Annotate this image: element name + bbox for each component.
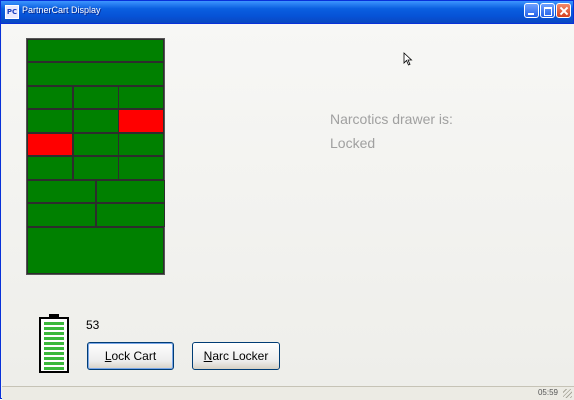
app-icon[interactable]: PC bbox=[5, 5, 19, 19]
partnercart-window: PC PartnerCart Display Narcotics drawer … bbox=[0, 0, 574, 400]
cart-diagram bbox=[26, 38, 165, 275]
cart-drawer bbox=[27, 227, 164, 274]
cart-drawer bbox=[27, 39, 164, 62]
battery-bar bbox=[44, 347, 64, 350]
cart-drawer bbox=[27, 86, 73, 109]
cart-drawer bbox=[118, 86, 164, 109]
narc-locker-button[interactable]: Narc Locker bbox=[192, 342, 280, 370]
battery-bar bbox=[44, 327, 64, 330]
battery-bar bbox=[44, 322, 64, 325]
battery-bar bbox=[44, 367, 64, 370]
battery-icon bbox=[39, 317, 69, 373]
battery-bar bbox=[44, 362, 64, 365]
status-bar: 05:59 bbox=[2, 386, 574, 400]
lock-cart-label: ock Cart bbox=[111, 349, 157, 363]
cart-drawer bbox=[27, 180, 96, 203]
battery-bar bbox=[44, 342, 64, 345]
close-button[interactable] bbox=[556, 3, 571, 18]
cart-drawer bbox=[118, 133, 164, 156]
narcotics-status-label: Narcotics drawer is: bbox=[330, 111, 453, 127]
cart-drawer bbox=[73, 133, 119, 156]
battery-bar bbox=[44, 332, 64, 335]
narc-locker-mnemonic: N bbox=[203, 349, 213, 363]
resize-grip-icon[interactable] bbox=[563, 389, 572, 398]
lock-cart-mnemonic: L bbox=[104, 349, 112, 363]
cart-drawer bbox=[118, 109, 164, 133]
cart-drawer bbox=[73, 86, 119, 109]
window-title: PartnerCart Display bbox=[22, 5, 101, 15]
mouse-pointer-icon bbox=[403, 52, 413, 66]
minimize-button[interactable] bbox=[524, 3, 539, 18]
cart-drawer bbox=[73, 156, 119, 180]
cart-drawer bbox=[96, 180, 165, 203]
maximize-button[interactable] bbox=[540, 3, 555, 18]
battery-bar bbox=[44, 337, 64, 340]
battery-bar bbox=[44, 357, 64, 360]
title-bar[interactable]: PC PartnerCart Display bbox=[1, 1, 573, 24]
cart-drawer bbox=[118, 156, 164, 180]
cart-drawer bbox=[27, 156, 73, 180]
lock-cart-button[interactable]: Lock Cart bbox=[87, 342, 174, 370]
battery-level-value: 53 bbox=[86, 318, 100, 332]
narc-locker-label: arc Locker bbox=[212, 349, 269, 363]
cart-drawer bbox=[73, 109, 119, 133]
cart-drawer bbox=[96, 203, 165, 227]
cart-drawer bbox=[27, 62, 164, 86]
cart-drawer bbox=[27, 109, 73, 133]
narcotics-status-value: Locked bbox=[330, 135, 376, 151]
status-time: 05:59 bbox=[537, 388, 558, 397]
cart-drawer bbox=[27, 133, 73, 156]
battery-bar bbox=[44, 352, 64, 355]
cart-drawer bbox=[27, 203, 96, 227]
